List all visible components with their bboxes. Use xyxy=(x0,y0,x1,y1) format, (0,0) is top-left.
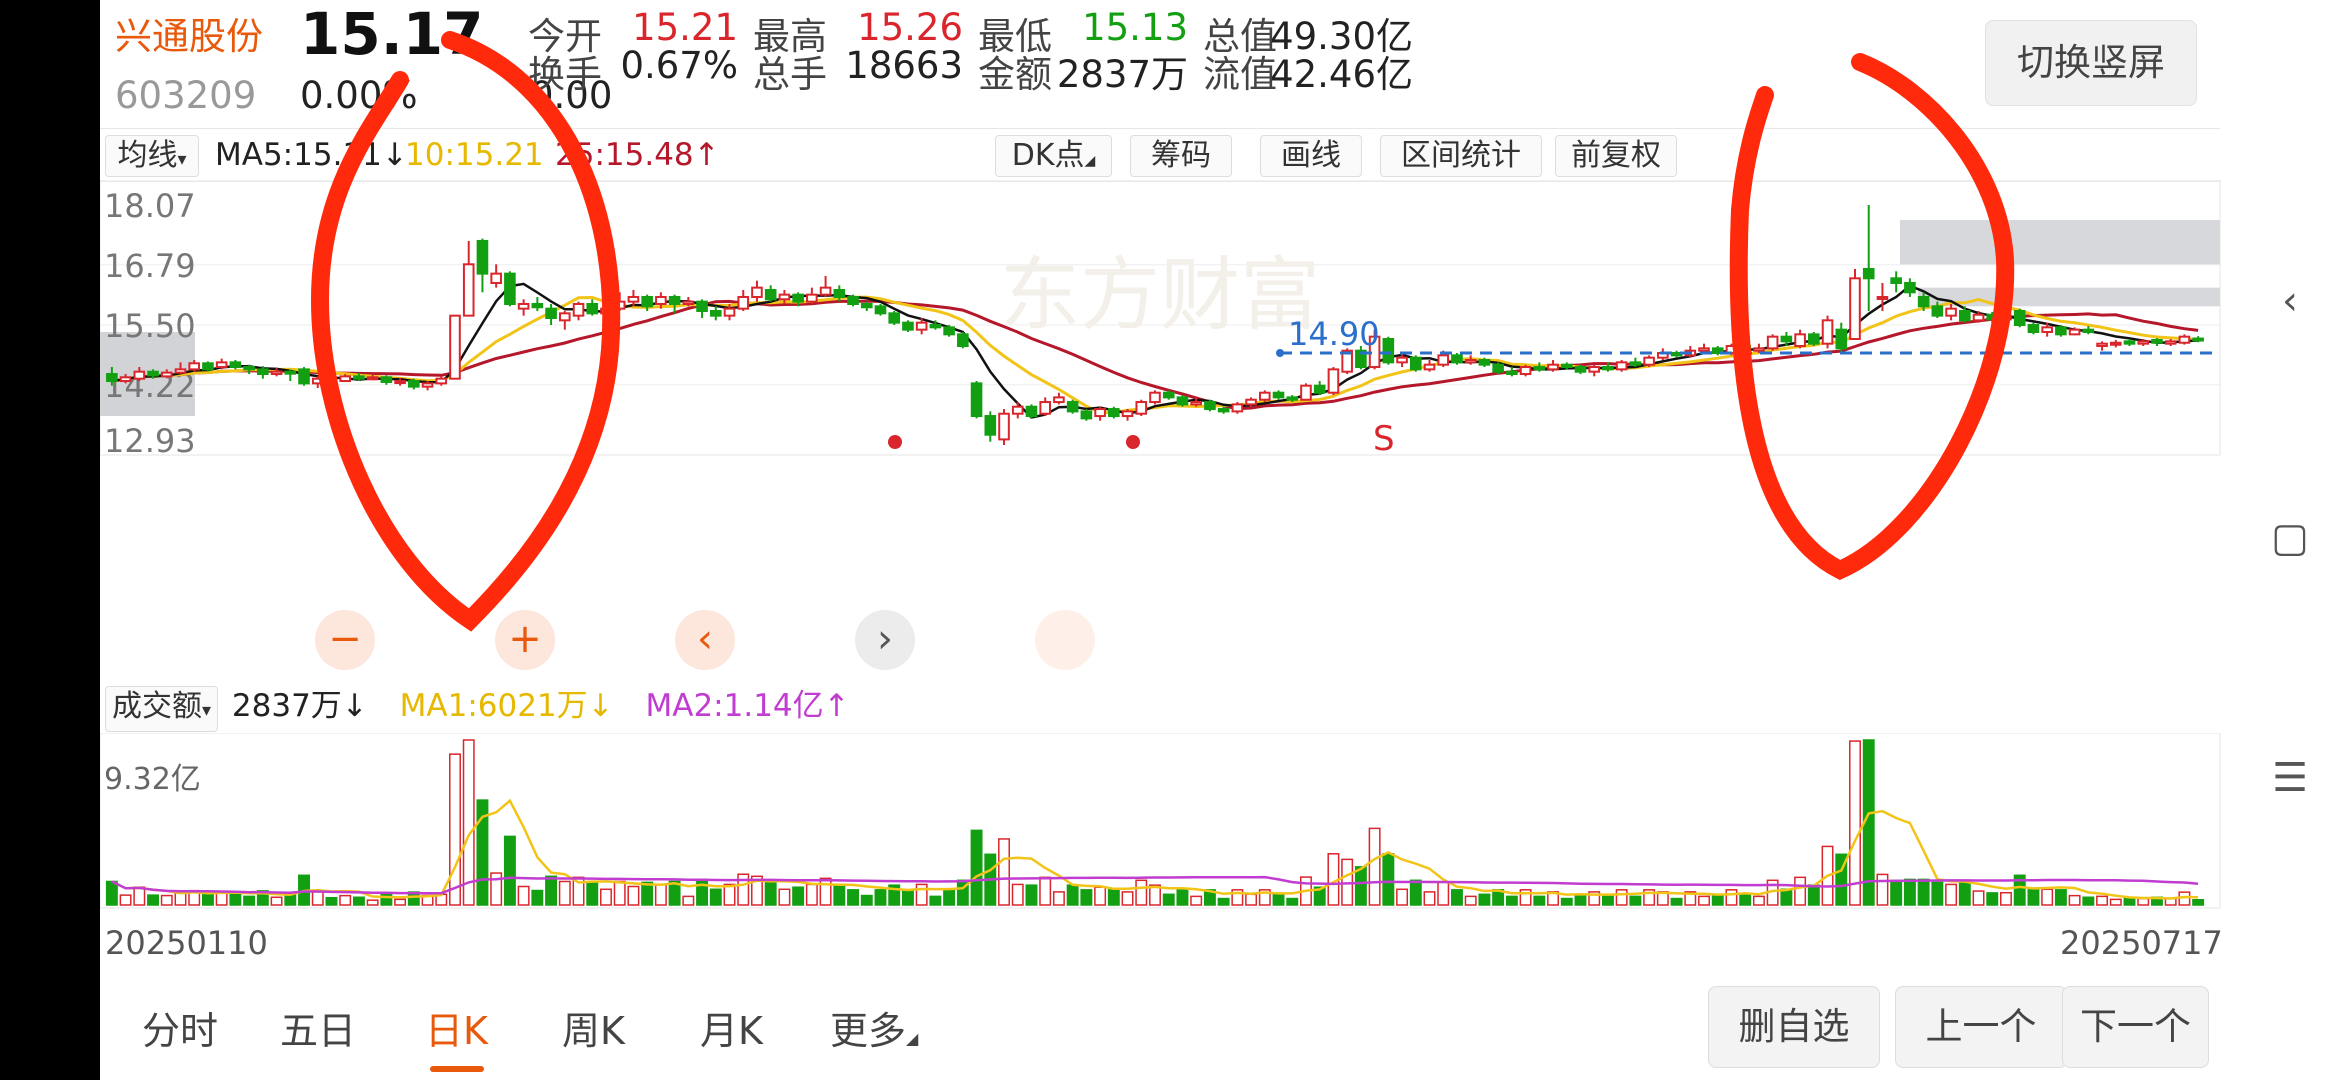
recents-icon[interactable]: ☰ xyxy=(2240,755,2340,801)
annotation-ellipse-right xyxy=(1729,53,2015,580)
annotation-ellipse-left xyxy=(310,31,621,632)
home-icon[interactable]: ▢ xyxy=(2240,515,2340,561)
android-nav-bar: ‹ ▢ ☰ xyxy=(2240,0,2340,1080)
hand-drawn-annotations xyxy=(310,31,2015,632)
app-screen: 兴通股份 15.17 603209 0.00% 0.00 今开 15.21 最高 15… xyxy=(100,0,2240,1080)
back-icon[interactable]: ‹ xyxy=(2240,278,2340,324)
